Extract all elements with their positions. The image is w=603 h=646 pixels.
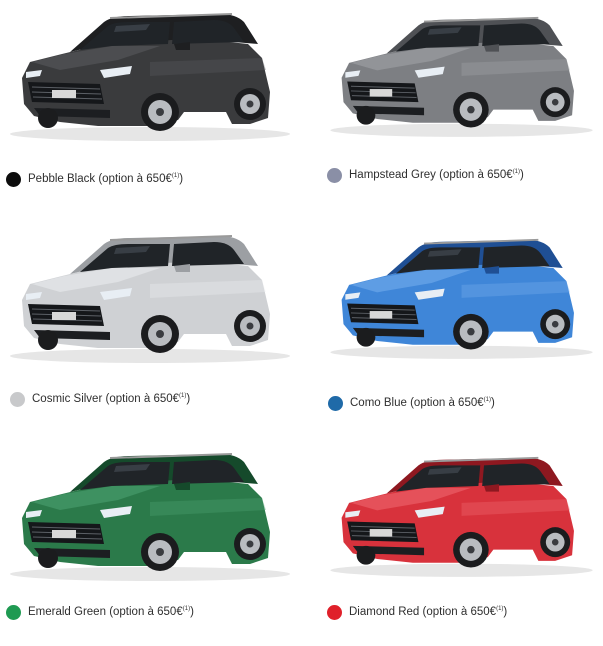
color-option-hampstead-grey[interactable]: Hampstead Grey (option à 650€(1))	[321, 0, 603, 206]
car-image	[0, 0, 301, 150]
color-option-pebble-black[interactable]: Pebble Black (option à 650€(1))	[0, 0, 301, 206]
swatch-dot[interactable]	[327, 167, 342, 183]
color-grid: Pebble Black (option à 650€(1)) Hampstea…	[0, 0, 603, 620]
color-label: Diamond Red (option à 650€(1))	[349, 606, 508, 618]
swatch-dot[interactable]	[6, 604, 21, 620]
color-label: Emerald Green (option à 650€(1))	[28, 606, 194, 618]
color-label: Cosmic Silver (option à 650€(1))	[32, 393, 191, 405]
color-option-como-blue[interactable]: Como Blue (option à 650€(1))	[321, 222, 603, 428]
car-image	[0, 222, 301, 372]
swatch-dot[interactable]	[6, 171, 21, 187]
car-image	[321, 222, 603, 372]
color-option-emerald-green[interactable]: Emerald Green (option à 650€(1))	[0, 440, 301, 646]
color-label: Hampstead Grey (option à 650€(1))	[349, 169, 524, 181]
swatch-dot[interactable]	[328, 395, 343, 411]
color-label: Como Blue (option à 650€(1))	[350, 397, 495, 409]
color-label: Pebble Black (option à 650€(1))	[28, 173, 184, 185]
car-image	[0, 440, 301, 590]
car-image	[321, 440, 603, 590]
car-image	[321, 0, 603, 150]
swatch-dot[interactable]	[327, 604, 342, 620]
swatch-dot[interactable]	[10, 391, 25, 407]
color-option-cosmic-silver[interactable]: Cosmic Silver (option à 650€(1))	[0, 222, 301, 428]
color-option-diamond-red[interactable]: Diamond Red (option à 650€(1))	[321, 440, 603, 646]
